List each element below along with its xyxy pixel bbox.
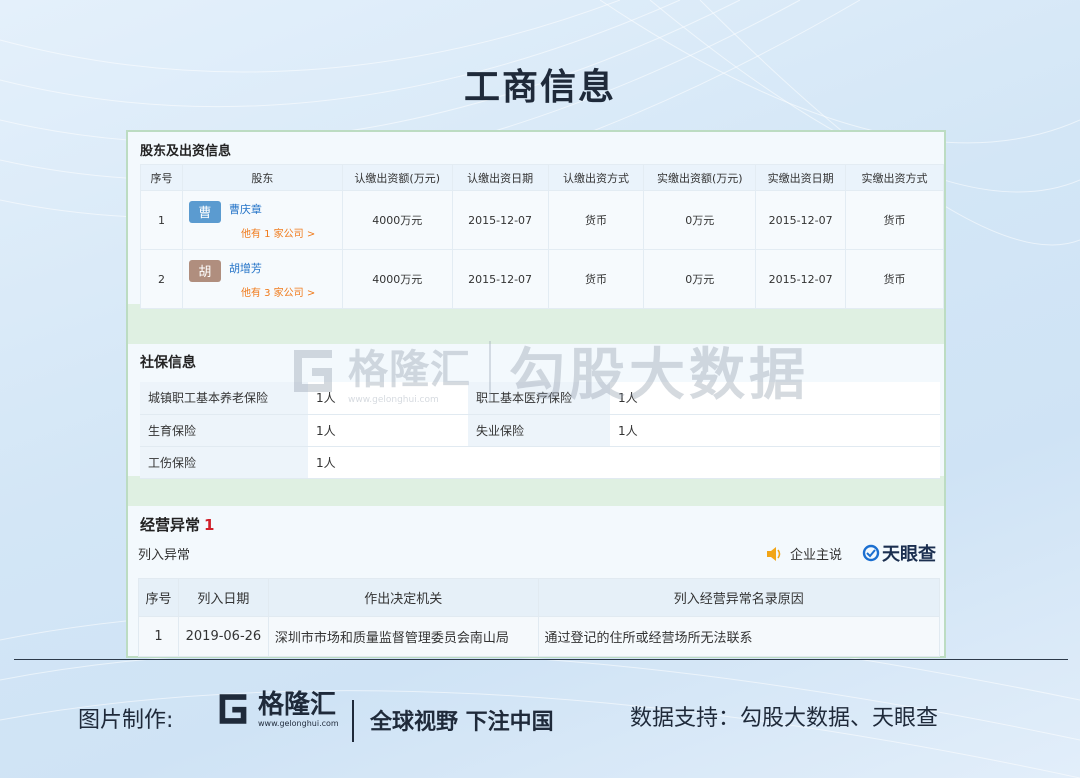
shareholder-header-row: 序号 股东 认缴出资额(万元) 认缴出资日期 认缴出资方式 实缴出资额(万元) …	[140, 164, 944, 191]
enterprise-says-label: 企业主说	[790, 548, 843, 563]
abnormal-section: 经营异常 1 列入异常 企业主说 天眼查 序号 列入日期 作出决定机关 列入经营异…	[128, 506, 944, 657]
tianyancha-logo: 天眼查	[862, 540, 936, 566]
shareholder-cell: 曹 曹庆章 他有 1 家公司 >	[181, 190, 343, 250]
column-header: 股东	[181, 164, 343, 191]
abnormal-subtitle: 列入异常	[138, 548, 191, 563]
subscribed-method: 货币	[547, 190, 645, 250]
shareholder-cell: 胡 胡增芳 他有 3 家公司 >	[181, 249, 343, 309]
column-header: 列入经营异常名录原因	[537, 578, 941, 617]
subscribed-method: 货币	[547, 249, 645, 309]
enterprise-says-link[interactable]: 企业主说	[766, 544, 842, 563]
column-header: 认缴出资日期	[451, 164, 549, 191]
avatar: 曹	[188, 200, 221, 223]
page-title: 工商信息	[463, 67, 616, 108]
paid-date: 2015-12-07	[755, 249, 847, 309]
listed-date: 2019-06-26	[177, 616, 269, 657]
row-index: 1	[140, 190, 183, 250]
abnormal-header-row: 序号 列入日期 作出决定机关 列入经营异常名录原因	[138, 578, 941, 617]
shareholder-section: 股东及出资信息 序号 股东 认缴出资额(万元) 认缴出资日期 认缴出资方式 实缴…	[128, 132, 944, 309]
column-header: 认缴出资方式	[547, 164, 645, 191]
table-row: 工伤保险 1人	[140, 446, 940, 479]
insurance-value: 1人	[308, 446, 468, 479]
abnormal-title: 经营异常 1	[140, 514, 214, 535]
footer-separator	[352, 700, 354, 742]
shareholder-name-link[interactable]: 曹庆章	[229, 201, 315, 217]
shareholder-name-link[interactable]: 胡增芳	[229, 260, 315, 276]
tianyancha-icon	[862, 544, 880, 562]
paid-amount: 0万元	[643, 249, 757, 309]
shareholder-section-title: 股东及出资信息	[140, 144, 232, 159]
insurance-label: 工伤保险	[140, 446, 308, 479]
footer: 图片制作: 格隆汇 www.gelonghui.com 全球视野 下注中国 数据…	[0, 690, 1080, 750]
speaker-icon	[767, 546, 781, 561]
footer-slogan: 全球视野 下注中国	[370, 710, 554, 735]
paid-method: 货币	[845, 190, 944, 250]
paid-method: 货币	[845, 249, 944, 309]
avatar: 胡	[188, 259, 221, 282]
other-companies-link[interactable]: 他有 1 家公司 >	[241, 225, 315, 240]
social-security-table: 城镇职工基本养老保险 1人 职工基本医疗保险 1人 生育保险 1人 失业保险 1…	[140, 382, 940, 479]
abnormal-table: 序号 列入日期 作出决定机关 列入经营异常名录原因 1 2019-06-26 深…	[138, 578, 941, 657]
footer-divider	[14, 659, 1068, 660]
abnormal-title-text: 经营异常	[140, 516, 201, 534]
subscribed-date: 2015-12-07	[451, 249, 549, 309]
column-header: 列入日期	[177, 578, 269, 617]
paid-date: 2015-12-07	[755, 190, 847, 250]
tianyancha-text: 天眼查	[882, 544, 936, 565]
row-index: 1	[138, 616, 179, 657]
gelonghui-logo-icon	[219, 694, 247, 724]
subscribed-amount: 4000万元	[341, 249, 453, 309]
column-header: 作出决定机关	[267, 578, 539, 617]
column-header: 实缴出资日期	[755, 164, 847, 191]
shareholder-table: 序号 股东 认缴出资额(万元) 认缴出资日期 认缴出资方式 实缴出资额(万元) …	[140, 164, 944, 309]
row-index: 2	[140, 249, 183, 309]
paid-amount: 0万元	[643, 190, 757, 250]
table-row: 城镇职工基本养老保险 1人 职工基本医疗保险 1人	[140, 382, 940, 415]
decision-authority: 深圳市市场和质量监督管理委员会南山局	[267, 616, 539, 657]
insurance-label: 职工基本医疗保险	[468, 382, 610, 415]
social-security-title: 社保信息	[140, 355, 196, 371]
listed-reason: 通过登记的住所或经营场所无法联系	[537, 616, 941, 657]
insurance-label: 生育保险	[140, 414, 308, 447]
abnormal-count: 1	[204, 516, 215, 534]
empty-cell	[468, 446, 940, 479]
column-header: 序号	[138, 578, 179, 617]
table-row: 1 2019-06-26 深圳市市场和质量监督管理委员会南山局 通过登记的住所或…	[138, 616, 941, 657]
column-header: 认缴出资额(万元)	[341, 164, 453, 191]
column-header: 实缴出资方式	[845, 164, 944, 191]
footer-logo-text: 格隆汇	[258, 689, 337, 720]
footer-logo: 格隆汇 www.gelonghui.com	[214, 690, 339, 728]
footer-label: 图片制作:	[78, 708, 174, 733]
social-security-section: 社保信息 城镇职工基本养老保险 1人 职工基本医疗保险 1人 生育保险 1人 失…	[128, 344, 944, 479]
table-row: 1 曹 曹庆章 他有 1 家公司 > 4000万元 2015-12-07 货币 …	[140, 190, 944, 250]
insurance-value: 1人	[308, 382, 468, 415]
table-row: 生育保险 1人 失业保险 1人	[140, 414, 940, 447]
footer-credit: 数据支持：勾股大数据、天眼查	[630, 706, 939, 731]
insurance-value: 1人	[610, 382, 940, 415]
subscribed-amount: 4000万元	[341, 190, 453, 250]
insurance-value: 1人	[308, 414, 468, 447]
table-row: 2 胡 胡增芳 他有 3 家公司 > 4000万元 2015-12-07 货币 …	[140, 249, 944, 309]
info-card: 股东及出资信息 序号 股东 认缴出资额(万元) 认缴出资日期 认缴出资方式 实缴…	[126, 130, 946, 658]
insurance-label: 失业保险	[468, 414, 610, 447]
insurance-value: 1人	[610, 414, 940, 447]
column-header: 实缴出资额(万元)	[643, 164, 757, 191]
column-header: 序号	[140, 164, 183, 191]
other-companies-link[interactable]: 他有 3 家公司 >	[241, 284, 315, 299]
subscribed-date: 2015-12-07	[451, 190, 549, 250]
footer-logo-url: www.gelonghui.com	[258, 718, 339, 728]
insurance-label: 城镇职工基本养老保险	[140, 382, 308, 415]
